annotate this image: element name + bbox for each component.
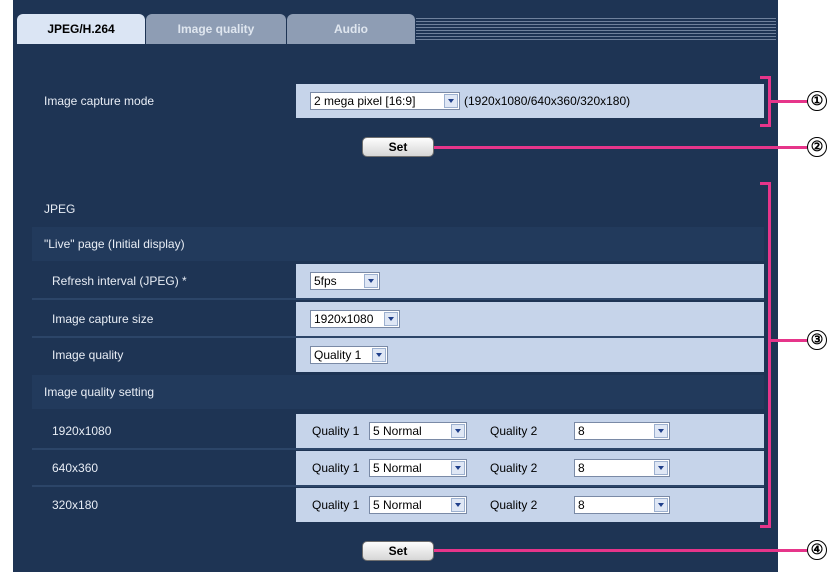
refresh-interval-row: Refresh interval (JPEG) * 5fps bbox=[32, 264, 764, 300]
image-capture-mode-label: Image capture mode bbox=[32, 84, 294, 118]
top-strip bbox=[13, 0, 778, 14]
image-quality-label: Image quality bbox=[32, 338, 294, 372]
refresh-interval-value-cell: 5fps bbox=[296, 264, 764, 298]
chevron-down-icon bbox=[384, 312, 398, 326]
image-capture-size-label: Image capture size bbox=[32, 302, 294, 336]
quality2-select[interactable]: 8 bbox=[574, 459, 670, 477]
callout-bracket-3 bbox=[768, 182, 771, 528]
quality1-select[interactable]: 5 Normal bbox=[369, 496, 467, 514]
image-quality-select[interactable]: Quality 1 bbox=[310, 346, 388, 364]
chevron-down-icon bbox=[364, 274, 378, 288]
chevron-down-icon bbox=[654, 424, 668, 438]
callout-line-3 bbox=[771, 339, 807, 342]
resolution-row-640x360: 640x360 Quality 1 5 Normal Quality 2 8 bbox=[32, 451, 764, 487]
resolution-value-cell: Quality 1 5 Normal Quality 2 8 bbox=[296, 488, 764, 522]
set-jpeg-button[interactable]: Set bbox=[362, 541, 434, 561]
callout-number-3: ③ bbox=[807, 330, 827, 350]
tab-bar: JPEG/H.264 Image quality Audio bbox=[13, 14, 778, 44]
image-capture-mode-row: Image capture mode 2 mega pixel [16:9] (… bbox=[32, 84, 764, 118]
callout-line-2 bbox=[434, 146, 807, 149]
resolution-label: 1920x1080 bbox=[32, 414, 294, 448]
chevron-down-icon bbox=[451, 498, 465, 512]
quality2-select[interactable]: 8 bbox=[574, 422, 670, 440]
quality2-selected: 8 bbox=[578, 424, 585, 438]
resolution-row-1920x1080: 1920x1080 Quality 1 5 Normal Quality 2 8 bbox=[32, 414, 764, 450]
image-capture-size-selected: 1920x1080 bbox=[314, 312, 374, 326]
quality1-select[interactable]: 5 Normal bbox=[369, 459, 467, 477]
quality1-label: Quality 1 bbox=[312, 424, 360, 438]
callout-line-4 bbox=[434, 549, 807, 552]
callout-number-1: ① bbox=[807, 91, 827, 111]
callout-bracket-1-top bbox=[760, 76, 771, 79]
row-divider bbox=[32, 448, 764, 450]
settings-screen: JPEG/H.264 Image quality Audio Image cap… bbox=[0, 0, 829, 572]
callout-bracket-3-bottom bbox=[760, 525, 771, 528]
refresh-interval-selected: 5fps bbox=[314, 274, 337, 288]
quality1-select[interactable]: 5 Normal bbox=[369, 422, 467, 440]
callout-line-1 bbox=[771, 100, 807, 103]
callout-number-4: ④ bbox=[807, 540, 827, 560]
tab-jpeg-h264[interactable]: JPEG/H.264 bbox=[17, 14, 145, 44]
refresh-interval-select[interactable]: 5fps bbox=[310, 272, 380, 290]
tab-image-quality[interactable]: Image quality bbox=[146, 14, 286, 44]
resolution-label: 640x360 bbox=[32, 451, 294, 485]
resolution-label: 320x180 bbox=[32, 488, 294, 522]
resolution-row-320x180: 320x180 Quality 1 5 Normal Quality 2 8 bbox=[32, 488, 764, 522]
resolution-value-cell: Quality 1 5 Normal Quality 2 8 bbox=[296, 414, 764, 448]
set-capture-mode-button[interactable]: Set bbox=[362, 137, 434, 157]
callout-number-2: ② bbox=[807, 137, 827, 157]
quality2-label: Quality 2 bbox=[490, 498, 538, 512]
image-quality-value-cell: Quality 1 bbox=[296, 338, 764, 372]
image-capture-mode-select[interactable]: 2 mega pixel [16:9] bbox=[310, 92, 460, 110]
image-quality-setting-section-header: Image quality setting bbox=[32, 375, 764, 409]
chevron-down-icon bbox=[451, 424, 465, 438]
row-divider bbox=[32, 298, 764, 300]
quality2-selected: 8 bbox=[578, 461, 585, 475]
quality2-label: Quality 2 bbox=[490, 424, 538, 438]
quality1-label: Quality 1 bbox=[312, 498, 360, 512]
chevron-down-icon bbox=[444, 94, 458, 108]
image-capture-mode-info: (1920x1080/640x360/320x180) bbox=[464, 94, 631, 108]
quality1-label: Quality 1 bbox=[312, 461, 360, 475]
quality1-selected: 5 Normal bbox=[373, 424, 422, 438]
image-capture-size-select[interactable]: 1920x1080 bbox=[310, 310, 400, 328]
resolution-value-cell: Quality 1 5 Normal Quality 2 8 bbox=[296, 451, 764, 485]
image-capture-size-value-cell: 1920x1080 bbox=[296, 302, 764, 336]
live-page-section-header: "Live" page (Initial display) bbox=[32, 227, 764, 261]
chevron-down-icon bbox=[451, 461, 465, 475]
tab-bar-decoration bbox=[416, 18, 776, 40]
image-quality-selected: Quality 1 bbox=[314, 348, 362, 362]
image-capture-mode-value-cell: 2 mega pixel [16:9] (1920x1080/640x360/3… bbox=[296, 84, 764, 118]
quality1-selected: 5 Normal bbox=[373, 498, 422, 512]
jpeg-section-header: JPEG bbox=[32, 192, 764, 226]
chevron-down-icon bbox=[654, 498, 668, 512]
quality2-selected: 8 bbox=[578, 498, 585, 512]
image-capture-size-row: Image capture size 1920x1080 bbox=[32, 302, 764, 338]
refresh-interval-label: Refresh interval (JPEG) * bbox=[32, 264, 294, 298]
tab-audio[interactable]: Audio bbox=[287, 14, 415, 44]
image-quality-row: Image quality Quality 1 bbox=[32, 338, 764, 372]
chevron-down-icon bbox=[372, 348, 386, 362]
row-divider bbox=[32, 485, 764, 487]
quality2-select[interactable]: 8 bbox=[574, 496, 670, 514]
callout-bracket-3-top bbox=[760, 182, 771, 185]
quality2-label: Quality 2 bbox=[490, 461, 538, 475]
callout-bracket-1-bottom bbox=[760, 124, 771, 127]
chevron-down-icon bbox=[654, 461, 668, 475]
image-capture-mode-selected: 2 mega pixel [16:9] bbox=[314, 94, 416, 108]
quality1-selected: 5 Normal bbox=[373, 461, 422, 475]
